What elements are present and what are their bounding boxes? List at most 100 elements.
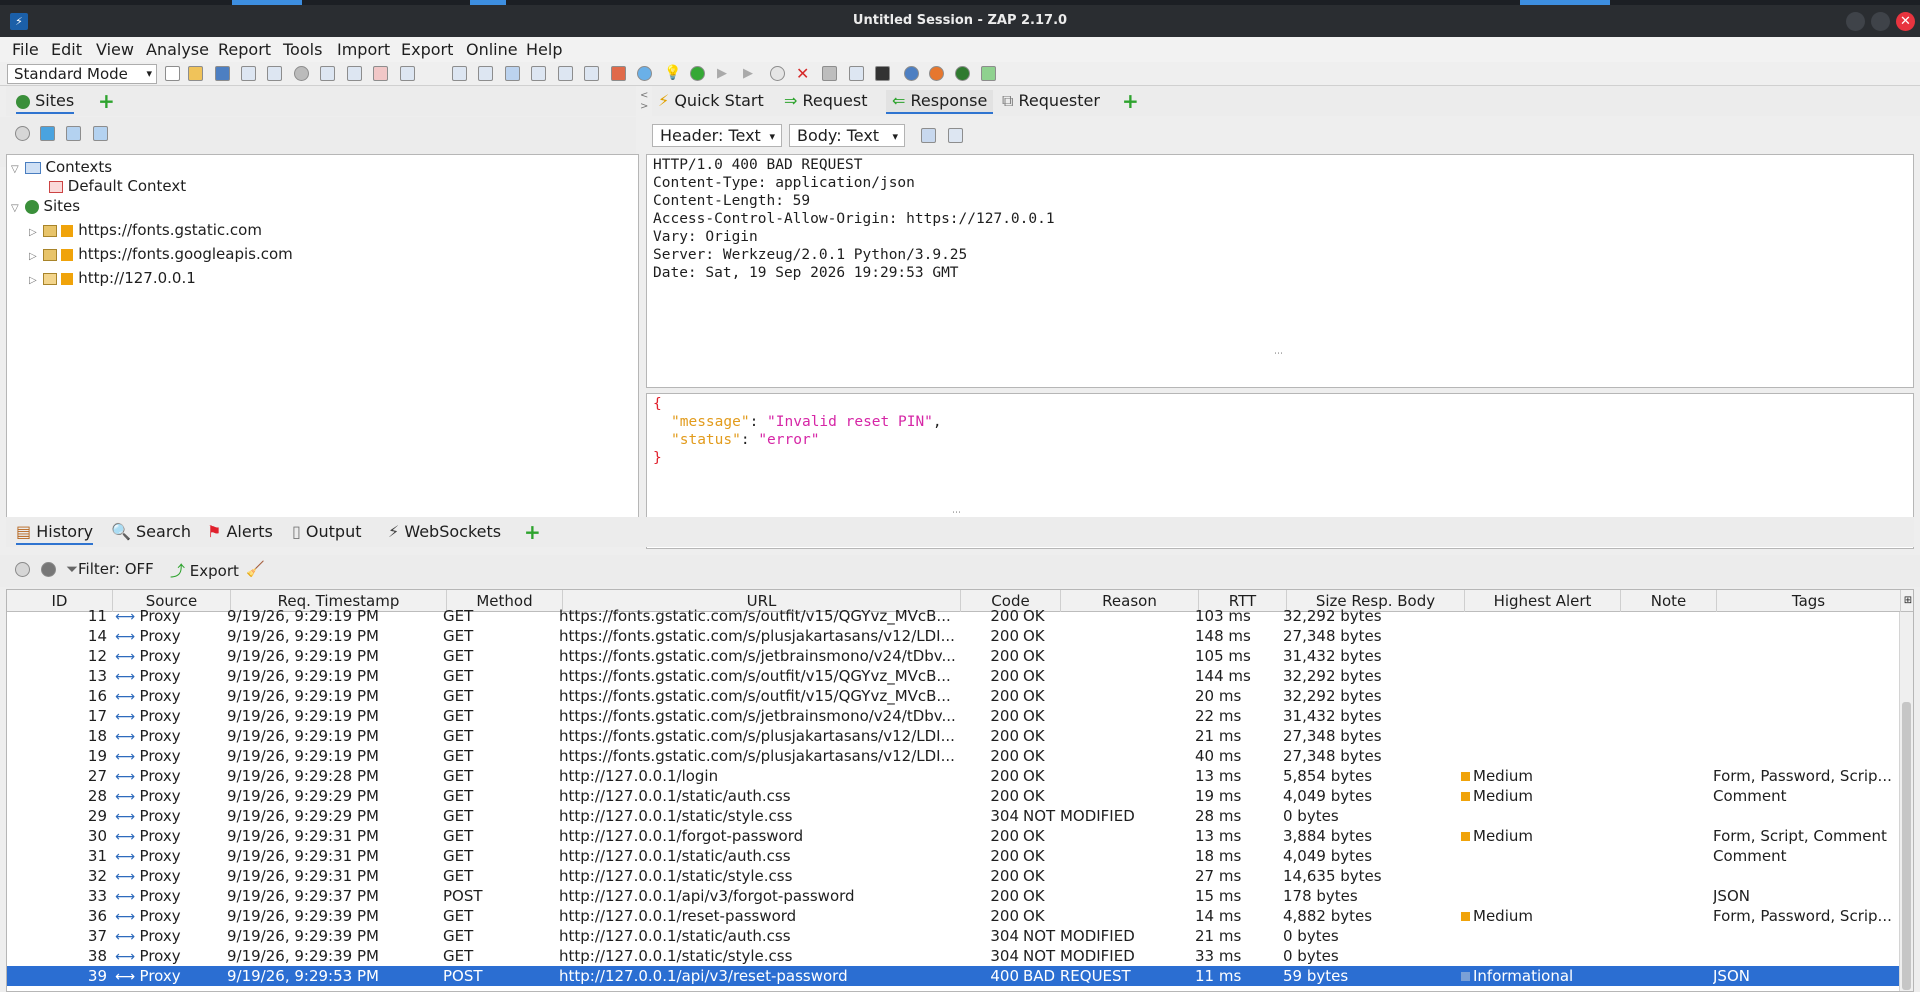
site-item[interactable]: ▷ http://127.0.0.1 — [29, 269, 196, 287]
minimize-button[interactable] — [1846, 12, 1865, 31]
close-window-button[interactable]: ✕ — [1896, 12, 1915, 31]
split-vertical-icon[interactable] — [948, 128, 963, 143]
scrollbar-thumb[interactable] — [1902, 702, 1911, 990]
table-row[interactable]: 14 ⟷ Proxy 9/19/26, 9:29:19 PM GET https://f… — [7, 626, 1913, 646]
layout-tabs-icon[interactable] — [478, 66, 493, 81]
filter-button[interactable]: ⏷Filter: OFF — [66, 560, 154, 578]
scan-policy-icon[interactable] — [611, 66, 626, 81]
table-row[interactable]: 19 ⟷ Proxy 9/19/26, 9:29:19 PM GET https://f… — [7, 746, 1913, 766]
table-row[interactable]: 38 ⟷ Proxy 9/19/26, 9:29:39 PM GET http://12… — [7, 946, 1913, 966]
table-row[interactable]: 32 ⟷ Proxy 9/19/26, 9:29:31 PM GET http://12… — [7, 866, 1913, 886]
menu-import[interactable]: Import — [337, 40, 390, 59]
tab-request[interactable]: ⇒ Request — [784, 90, 868, 114]
table-row[interactable]: 11 ⟷ Proxy 9/19/26, 9:29:19 PM GET https://f… — [7, 606, 1913, 626]
save-session-icon[interactable] — [215, 66, 230, 81]
menu-analyse[interactable]: Analyse — [146, 40, 209, 59]
add-tab-icon[interactable]: + — [98, 91, 115, 111]
terminal-icon[interactable] — [875, 66, 890, 81]
layout-side-icon[interactable] — [531, 66, 546, 81]
pane-splitter-handle[interactable]: ⋯ — [1274, 349, 1283, 359]
open-session-icon[interactable] — [188, 66, 203, 81]
table-row[interactable]: 16 ⟷ Proxy 9/19/26, 9:29:19 PM GET https://f… — [7, 686, 1913, 706]
new-session-icon[interactable] — [165, 66, 180, 81]
break-on-icon[interactable] — [690, 66, 705, 81]
import-context-icon[interactable] — [66, 126, 81, 141]
lightbulb-icon[interactable]: 💡 — [664, 66, 681, 81]
menu-report[interactable]: Report — [218, 40, 271, 59]
snapshot-icon[interactable] — [241, 66, 256, 81]
tab-output[interactable]: ▯ Output — [292, 521, 361, 545]
table-row[interactable]: 37 ⟷ Proxy 9/19/26, 9:29:39 PM GET http://12… — [7, 926, 1913, 946]
default-context-node[interactable]: Default Context — [49, 177, 186, 195]
table-row[interactable]: 17 ⟷ Proxy 9/19/26, 9:29:19 PM GET https://f… — [7, 706, 1913, 726]
remove-icon[interactable] — [373, 66, 388, 81]
menu-file[interactable]: File — [12, 40, 39, 59]
show-tabs-icon[interactable] — [400, 66, 415, 81]
body-format-select[interactable]: Body: Text ▾ — [789, 124, 905, 147]
encode-decode-icon[interactable] — [849, 66, 864, 81]
layout-bottom-icon[interactable] — [558, 66, 573, 81]
continue-icon[interactable]: ▶ — [743, 66, 758, 81]
table-row[interactable]: 33 ⟷ Proxy 9/19/26, 9:29:37 PM POST http://1… — [7, 886, 1913, 906]
table-row[interactable]: 18 ⟷ Proxy 9/19/26, 9:29:19 PM GET https://f… — [7, 726, 1913, 746]
table-row[interactable]: 28 ⟷ Proxy 9/19/26, 9:29:29 PM GET http://12… — [7, 786, 1913, 806]
hud-icon[interactable] — [955, 66, 970, 81]
clear-broom-icon[interactable]: 🧹 — [246, 560, 265, 578]
scope-filter-icon[interactable] — [15, 562, 30, 577]
table-row[interactable]: 27 ⟷ Proxy 9/19/26, 9:29:28 PM GET http://12… — [7, 766, 1913, 786]
table-row[interactable]: 13 ⟷ Proxy 9/19/26, 9:29:19 PM GET https://f… — [7, 666, 1913, 686]
tab-search[interactable]: 🔍 Search — [111, 521, 191, 545]
tab-alerts[interactable]: ⚑ Alerts — [207, 521, 273, 545]
table-row[interactable]: 36 ⟷ Proxy 9/19/26, 9:29:39 PM GET http://12… — [7, 906, 1913, 926]
drop-icon[interactable] — [770, 66, 785, 81]
tab-quick-start[interactable]: ⚡ Quick Start — [658, 90, 764, 114]
firefox-icon[interactable] — [929, 66, 944, 81]
notes-icon[interactable] — [981, 66, 996, 81]
layout-split-icon[interactable] — [505, 66, 520, 81]
panel-splitter-handle[interactable]: < > — [640, 90, 648, 112]
tab-sites[interactable]: Sites — [16, 90, 75, 114]
maximize-button[interactable] — [1871, 12, 1890, 31]
menu-export[interactable]: Export — [401, 40, 453, 59]
site-item[interactable]: ▷ https://fonts.gstatic.com — [29, 221, 262, 239]
new-context-icon[interactable] — [40, 126, 55, 141]
layout-grid-icon[interactable] — [584, 66, 599, 81]
show-in-scope-icon[interactable] — [15, 126, 30, 141]
help-icon[interactable] — [904, 66, 919, 81]
menu-view[interactable]: View — [96, 40, 134, 59]
header-format-select[interactable]: Header: Text ▾ — [652, 124, 782, 147]
table-row[interactable]: 29 ⟷ Proxy 9/19/26, 9:29:29 PM GET http://12… — [7, 806, 1913, 826]
step-icon[interactable]: ▶ — [717, 66, 732, 81]
table-row[interactable]: 31 ⟷ Proxy 9/19/26, 9:29:31 PM GET http://12… — [7, 846, 1913, 866]
split-horizontal-icon[interactable] — [921, 128, 936, 143]
tab-websockets[interactable]: ⚡ WebSockets — [388, 521, 501, 545]
layout-icon[interactable] — [320, 66, 335, 81]
table-row[interactable]: 39 ⟷ Proxy 9/19/26, 9:29:53 PM POST http://1… — [7, 966, 1913, 986]
tab-requester[interactable]: ⧉ Requester — [1002, 90, 1100, 114]
contexts-node[interactable]: ▽ Contexts — [11, 158, 112, 176]
site-item[interactable]: ▷ https://fonts.googleapis.com — [29, 245, 293, 263]
add-tab-icon[interactable]: + — [1122, 91, 1139, 111]
link-icon[interactable] — [41, 562, 56, 577]
globe-icon[interactable] — [637, 66, 652, 81]
tab-history[interactable]: ▤ History — [16, 521, 94, 545]
menu-edit[interactable]: Edit — [51, 40, 82, 59]
table-row[interactable]: 30 ⟷ Proxy 9/19/26, 9:29:31 PM GET http://12… — [7, 826, 1913, 846]
sites-node[interactable]: ▽ Sites — [11, 197, 80, 215]
export-button[interactable]: ⤴ Export — [170, 560, 239, 581]
menu-tools[interactable]: Tools — [283, 40, 322, 59]
menu-help[interactable]: Help — [526, 40, 562, 59]
mode-select[interactable]: Standard Mode ▾ — [7, 64, 157, 84]
session-properties-icon[interactable] — [267, 66, 282, 81]
tab-response[interactable]: ⇐ Response — [886, 90, 994, 114]
vertical-scrollbar[interactable] — [1899, 612, 1913, 991]
delete-breakpoints-icon[interactable]: ✕ — [796, 66, 811, 82]
layout-full-icon[interactable] — [452, 66, 467, 81]
table-row[interactable]: 12 ⟷ Proxy 9/19/26, 9:29:19 PM GET https://f… — [7, 646, 1913, 666]
export-context-icon[interactable] — [93, 126, 108, 141]
add-tab-icon[interactable]: + — [524, 522, 541, 542]
scripts-icon[interactable] — [822, 66, 837, 81]
menu-online[interactable]: Online — [466, 40, 518, 59]
options-gear-icon[interactable] — [294, 66, 309, 81]
add-note-icon[interactable] — [347, 66, 362, 81]
